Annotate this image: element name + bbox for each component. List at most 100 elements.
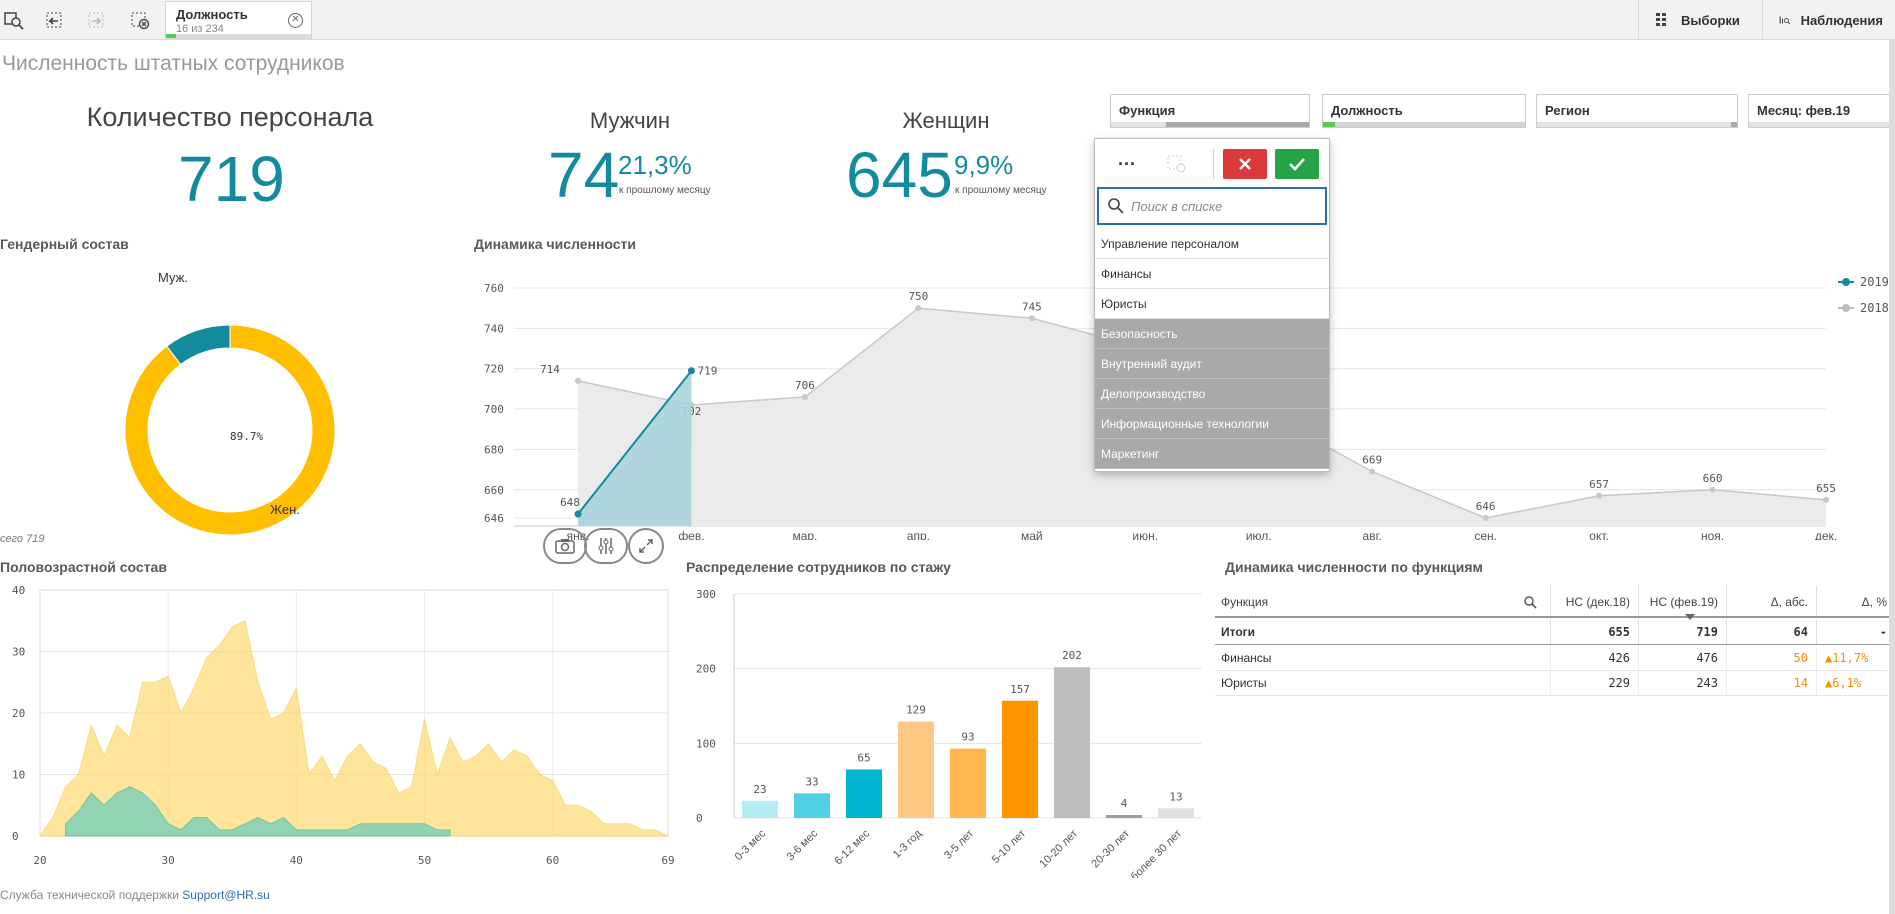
smart-search-icon[interactable] <box>0 8 28 32</box>
row-dec18: 426 <box>1550 646 1638 670</box>
search-icon <box>1108 198 1124 214</box>
bar-value-label: 157 <box>1010 683 1030 696</box>
column-search-icon[interactable] <box>1523 595 1537 609</box>
filter-month[interactable]: Месяц: фев.19 <box>1748 94 1895 128</box>
confirm-selection-button[interactable] <box>1275 149 1319 179</box>
filter-month-label: Месяц: фев.19 <box>1757 103 1851 118</box>
y-tick-label: 40 <box>12 584 25 597</box>
table-header: Функция НС (дек.18) НС (фев.19) Δ, абс. … <box>1215 586 1895 620</box>
x-tick-label: окт. <box>1589 529 1609 540</box>
scrollbar[interactable] <box>1889 40 1895 914</box>
step-back-icon[interactable] <box>40 8 68 32</box>
donut-women-label: Жен. <box>270 502 300 517</box>
selections-icon <box>1656 13 1666 26</box>
step-forward-icon[interactable] <box>82 8 110 32</box>
support-link[interactable]: Support@HR.su <box>182 888 270 902</box>
bar-value-label: 4 <box>1121 797 1128 810</box>
x-tick-label: май <box>1021 529 1043 540</box>
insights-icon <box>1779 16 1791 25</box>
filter-function[interactable]: Функция <box>1110 94 1310 128</box>
gender-title: Гендерный состав <box>0 236 129 252</box>
sliders-icon <box>598 538 614 554</box>
listbox-item[interactable]: Управление персоналом <box>1095 229 1329 259</box>
listbox-item[interactable]: Безопасность <box>1095 319 1329 349</box>
point-2018 <box>1823 496 1829 503</box>
fullscreen-button[interactable] <box>628 528 664 564</box>
x-tick-label: 10-20 лет <box>1037 828 1080 871</box>
kpi-men-title: Мужчин <box>589 108 671 133</box>
data-label-2019: 648 <box>560 496 580 509</box>
y-tick-label: 740 <box>484 322 504 335</box>
listbox-item[interactable]: Маркетинг <box>1095 439 1329 469</box>
table-row[interactable]: Финансы 426 476 50 ▲11,7% <box>1215 646 1895 671</box>
filter-function-label: Функция <box>1119 103 1176 118</box>
row-delta-pct: ▲11,7% <box>1816 646 1895 670</box>
table-row[interactable]: Юристы 229 243 14 ▲6,1% <box>1215 671 1895 696</box>
selections-button[interactable]: Выборки <box>1638 0 1752 40</box>
more-button[interactable]: ··· <box>1105 149 1149 179</box>
listbox-item[interactable]: Финансы <box>1095 259 1329 289</box>
check-icon <box>1289 158 1305 171</box>
filter-position[interactable]: Должность <box>1322 94 1526 128</box>
y-tick-label: 720 <box>484 363 504 376</box>
point-2018 <box>1709 486 1716 493</box>
col-function[interactable]: Функция <box>1221 586 1471 616</box>
listbox-item[interactable]: Информационные технологии <box>1095 409 1329 439</box>
tenure-bar-chart: 0 100 200 300 23 0-3 мес 33 3-6 мес 65 6-12 мес 12… <box>696 588 1202 878</box>
kpi-total-title: Количество персонала <box>86 102 374 132</box>
snapshot-button[interactable] <box>543 528 587 564</box>
row-delta-abs: 14 <box>1726 671 1816 695</box>
x-tick-label: дек. <box>1815 529 1837 540</box>
bar <box>950 748 986 818</box>
clear-icon[interactable] <box>1155 149 1199 179</box>
bar <box>794 793 830 818</box>
row-function: Юристы <box>1221 676 1267 690</box>
cancel-selection-button[interactable] <box>1223 149 1267 179</box>
x-tick-label: 1-3 год <box>891 827 925 861</box>
legend-label: 2018 <box>1860 301 1889 315</box>
x-tick-label: более 30 лет <box>1129 828 1184 878</box>
bar <box>1002 700 1038 818</box>
col-hc-dec18[interactable]: НС (дек.18) <box>1550 586 1638 616</box>
x-tick-label: 5-10 лет <box>990 828 1028 866</box>
x-tick-label: 3-5 лет <box>942 828 976 862</box>
listbox-search-input[interactable]: Поиск в списке <box>1097 187 1327 225</box>
y-tick-label: 660 <box>484 484 504 497</box>
support-footer: Служба технической поддержки Support@HR.… <box>0 888 270 902</box>
bar-value-label: 33 <box>805 775 818 788</box>
age-distribution-chart: 0 10 20 30 40 20 30 40 50 60 69 <box>12 584 675 867</box>
clear-selections-icon[interactable] <box>126 8 154 32</box>
x-tick-label: ноя. <box>1701 529 1724 540</box>
expand-icon <box>639 539 653 553</box>
listbox-item[interactable]: Юристы <box>1095 289 1329 319</box>
x-tick-label: 40 <box>290 854 303 867</box>
donut-men-label: Муж. <box>158 270 188 285</box>
y-tick-label: 760 <box>484 282 504 295</box>
point-2018 <box>915 305 922 312</box>
totals-delta-abs: 64 <box>1726 620 1816 644</box>
listbox-item[interactable]: Делопроизводство <box>1095 379 1329 409</box>
bar <box>846 769 882 818</box>
data-label-2019: 719 <box>698 365 718 378</box>
y-tick-label: 300 <box>696 588 716 601</box>
col-delta-abs[interactable]: Δ, абс. <box>1726 586 1816 616</box>
observations-button[interactable]: Наблюдения <box>1762 0 1895 40</box>
table-totals-row: Итоги 655 719 64 - <box>1215 620 1895 645</box>
legend-label: 2019 <box>1860 275 1889 289</box>
toolbar: Должность 16 из 234 ✕ Выборки Наблюдения <box>0 0 1895 40</box>
totals-label: Итоги <box>1221 625 1256 639</box>
kpi-men-pct: 21,3% <box>618 150 692 180</box>
row-delta-pct: ▲6,1% <box>1816 671 1895 695</box>
col-delta-pct[interactable]: Δ, % <box>1816 586 1895 616</box>
listbox-item[interactable]: Внутренний аудит <box>1095 349 1329 379</box>
clear-selection-icon[interactable]: ✕ <box>288 13 303 28</box>
exploration-button[interactable] <box>584 528 628 564</box>
col-hc-feb19[interactable]: НС (фев.19) <box>1638 586 1726 616</box>
selections-label: Выборки <box>1681 12 1740 28</box>
filter-region[interactable]: Регион <box>1536 94 1738 128</box>
totals-delta-pct: - <box>1816 620 1895 644</box>
gender-footer: сего 719 <box>0 533 45 545</box>
point-2019 <box>574 510 582 518</box>
selection-chip[interactable]: Должность 16 из 234 ✕ <box>165 1 312 39</box>
selection-field: Должность <box>176 7 248 22</box>
